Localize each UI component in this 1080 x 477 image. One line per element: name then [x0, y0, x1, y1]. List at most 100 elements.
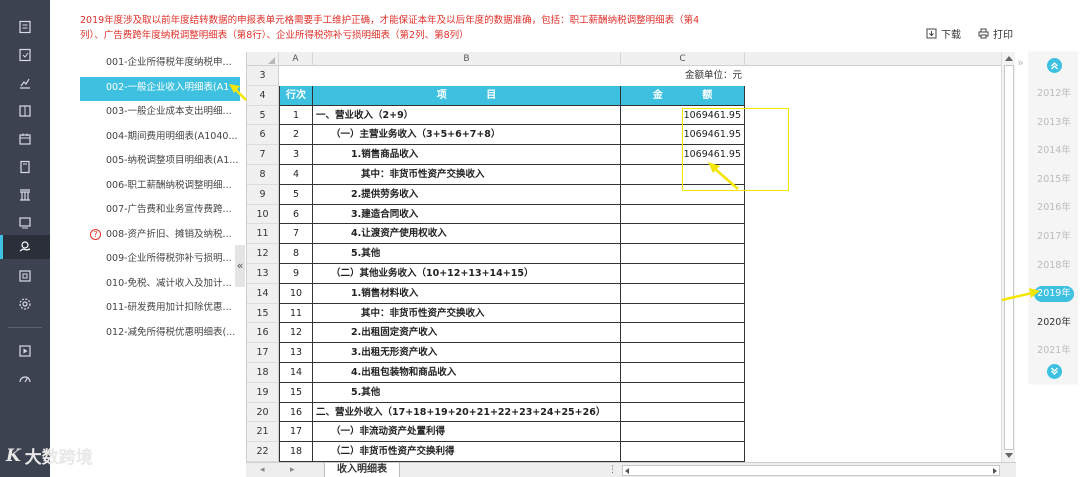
spreadsheet[interactable]: A B C 3 金额单位：元 4 行次 项 目 金 额 5 1 一、营业收入（2+9… — [246, 52, 1016, 477]
amount-cell[interactable] — [621, 343, 745, 363]
item-cell[interactable]: 5.其他 — [313, 382, 621, 403]
row-number[interactable]: 5 — [247, 105, 279, 126]
year-option[interactable]: 2013年 — [1030, 115, 1078, 131]
row-number[interactable]: 14 — [247, 283, 279, 304]
amount-cell[interactable] — [621, 382, 745, 403]
year-panel-toggle[interactable]: » — [1017, 56, 1024, 69]
form-item-011[interactable]: 011-研发费用加计扣除优惠... — [80, 297, 240, 322]
year-option[interactable]: 2015年 — [1030, 172, 1078, 188]
document-icon[interactable] — [0, 264, 50, 288]
line-number-cell[interactable]: 4 — [279, 165, 313, 185]
year-option[interactable]: 2016年 — [1030, 200, 1078, 216]
form-item-005[interactable]: 005-纳税调整项目明细表(A1... — [80, 150, 240, 175]
line-number-cell[interactable]: 16 — [279, 402, 313, 423]
year-option[interactable]: 2014年 — [1030, 143, 1078, 159]
calendar-icon[interactable] — [0, 127, 50, 151]
row-number[interactable]: 15 — [247, 303, 279, 324]
scroll-right-icon[interactable] — [993, 468, 997, 474]
ledger-icon[interactable] — [0, 99, 50, 123]
item-cell[interactable]: 二、营业外收入（17+18+19+20+21+22+23+24+25+26） — [313, 402, 621, 423]
vertical-scrollbar[interactable] — [1001, 52, 1015, 462]
row-number[interactable]: 13 — [247, 264, 279, 284]
row-number[interactable]: 19 — [247, 382, 279, 403]
row-number[interactable]: 10 — [247, 204, 279, 225]
line-number-cell[interactable]: 2 — [279, 125, 313, 146]
year-option[interactable]: 2021年 — [1030, 343, 1078, 359]
year-option[interactable]: 2017年 — [1030, 229, 1078, 245]
item-cell[interactable]: 其中：非货币性资产交换收入 — [313, 303, 621, 324]
building-icon[interactable] — [0, 183, 50, 207]
item-cell[interactable]: （二）其他业务收入（10+12+13+14+15） — [313, 264, 621, 284]
item-cell[interactable]: （一）主营业务收入（3+5+6+7+8） — [313, 125, 621, 146]
form-item-002[interactable]: 002-一般企业收入明细表(A1 — [80, 76, 240, 101]
row-number[interactable]: 9 — [247, 184, 279, 205]
line-number-cell[interactable]: 17 — [279, 422, 313, 443]
year-option[interactable]: 2018年 — [1030, 258, 1078, 274]
amount-cell[interactable] — [621, 402, 745, 423]
form-item-012[interactable]: 012-减免所得税优惠明细表(... — [80, 322, 240, 347]
item-cell[interactable]: （二）非货币性资产交换利得 — [313, 442, 621, 462]
year-scroll-down-icon[interactable] — [1047, 364, 1062, 379]
item-cell[interactable]: 其中：非货币性资产交换收入 — [313, 165, 621, 185]
line-number-cell[interactable]: 11 — [279, 303, 313, 324]
item-cell[interactable]: 3.出租无形资产收入 — [313, 343, 621, 363]
line-number-cell[interactable]: 1 — [279, 105, 313, 126]
line-number-cell[interactable]: 9 — [279, 264, 313, 284]
hand-coin-icon[interactable] — [0, 235, 50, 259]
item-cell[interactable]: 4.让渡资产使用权收入 — [313, 224, 621, 245]
tab-next-icon[interactable]: ▸ — [290, 465, 295, 475]
amount-cell[interactable] — [621, 244, 745, 264]
line-number-cell[interactable]: 7 — [279, 224, 313, 245]
form-item-001[interactable]: 001-企业所得税年度纳税申... — [80, 52, 240, 77]
item-cell[interactable]: 3.建造合同收入 — [313, 204, 621, 225]
item-cell[interactable]: 1.销售材料收入 — [313, 283, 621, 304]
form-item-010[interactable]: 010-免税、减计收入及加计... — [80, 273, 240, 298]
item-cell[interactable]: 2.提供劳务收入 — [313, 184, 621, 205]
amount-cell[interactable] — [621, 363, 745, 383]
print-button[interactable]: 打印 — [978, 26, 1013, 41]
year-option[interactable]: 2020年 — [1030, 315, 1078, 331]
row-number[interactable]: 3 — [247, 66, 279, 86]
monitor-icon[interactable] — [0, 211, 50, 235]
amount-cell[interactable] — [621, 442, 745, 462]
report-icon[interactable] — [0, 15, 50, 39]
column-header-a[interactable]: A — [279, 52, 313, 66]
amount-cell[interactable] — [621, 422, 745, 443]
form-item-008[interactable]: ? 008-资产折旧、摊销及纳税... — [80, 224, 240, 249]
line-number-cell[interactable]: 10 — [279, 283, 313, 304]
line-number-cell[interactable]: 15 — [279, 382, 313, 403]
book-icon[interactable] — [0, 155, 50, 179]
line-number-cell[interactable]: 8 — [279, 244, 313, 264]
download-button[interactable]: 下载 — [926, 26, 961, 41]
scroll-thumb[interactable] — [1004, 65, 1014, 450]
amount-cell[interactable] — [621, 303, 745, 324]
row-number[interactable]: 17 — [247, 343, 279, 363]
item-cell[interactable]: （一）非流动资产处置利得 — [313, 422, 621, 443]
scroll-down-icon[interactable] — [1005, 453, 1013, 458]
scroll-left-icon[interactable] — [625, 468, 629, 474]
year-option[interactable]: 2012年 — [1030, 86, 1078, 102]
tab-prev-icon[interactable]: ◂ — [260, 465, 265, 475]
line-number-cell[interactable]: 18 — [279, 442, 313, 462]
form-item-004[interactable]: 004-期间费用明细表(A1040... — [80, 126, 240, 151]
tab-menu-icon[interactable]: ⋮ — [608, 465, 617, 475]
gauge-icon[interactable] — [0, 366, 50, 390]
form-item-006[interactable]: 006-职工薪酬纳税调整明细... — [80, 175, 240, 200]
item-cell[interactable]: 4.出租包装物和商品收入 — [313, 363, 621, 383]
collapse-sidebar-button[interactable]: « — [235, 245, 245, 287]
row-number[interactable]: 8 — [247, 165, 279, 185]
row-number[interactable]: 18 — [247, 363, 279, 383]
row-number[interactable]: 20 — [247, 402, 279, 423]
amount-cell[interactable] — [621, 264, 745, 284]
form-item-009[interactable]: 009-企业所得税弥补亏损明... — [80, 248, 240, 273]
line-number-cell[interactable]: 14 — [279, 363, 313, 383]
row-number[interactable]: 22 — [247, 442, 279, 462]
cell[interactable] — [279, 66, 313, 86]
line-number-cell[interactable]: 13 — [279, 343, 313, 363]
amount-cell[interactable] — [621, 224, 745, 245]
amount-cell[interactable] — [621, 204, 745, 225]
line-number-cell[interactable]: 12 — [279, 323, 313, 344]
row-number[interactable]: 16 — [247, 323, 279, 344]
line-number-cell[interactable]: 6 — [279, 204, 313, 225]
play-icon[interactable] — [0, 339, 50, 363]
